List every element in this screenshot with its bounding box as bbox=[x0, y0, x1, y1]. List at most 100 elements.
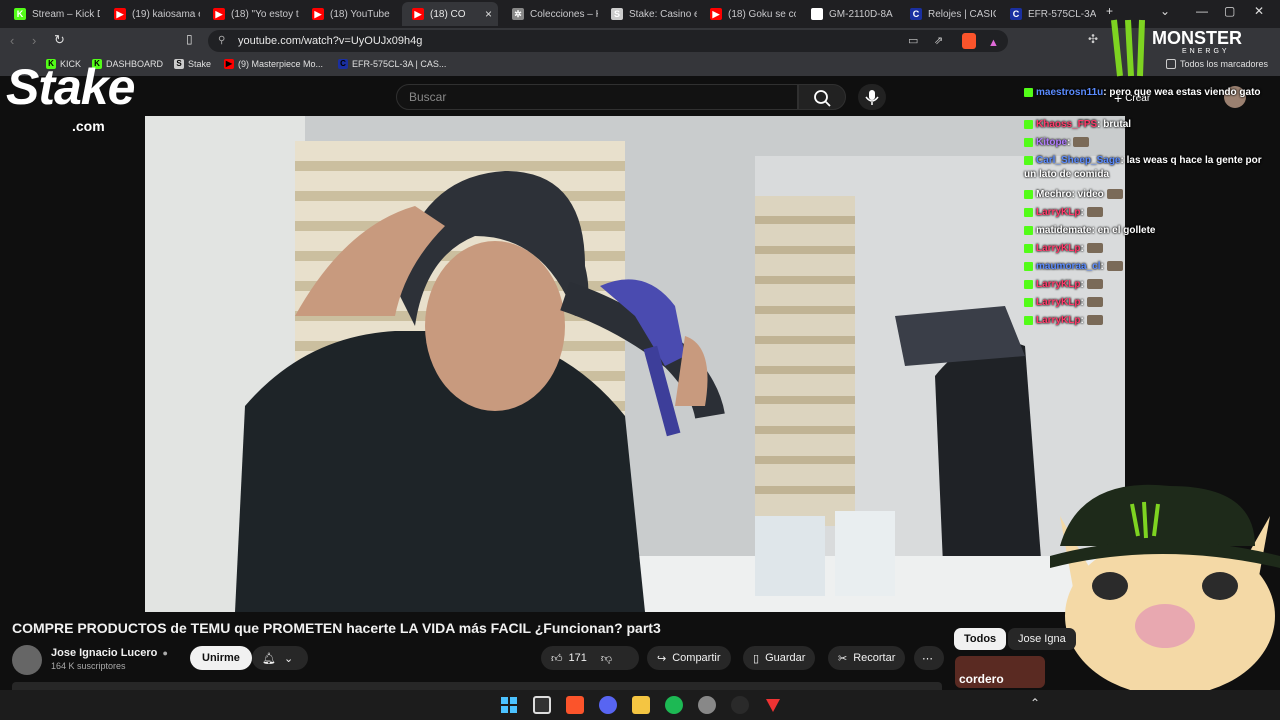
bookmark-item[interactable]: ▶ (9) Masterpiece Mo... bbox=[224, 59, 323, 69]
chat-username[interactable]: Mechro bbox=[1036, 189, 1072, 200]
share-page-icon[interactable]: ⇗ bbox=[934, 30, 943, 52]
chat-text: : bbox=[1080, 279, 1084, 290]
browser-tab[interactable]: G GM-2110D-8A bbox=[801, 2, 897, 26]
chat-username[interactable]: Carl_Sheep_Sage bbox=[1036, 155, 1121, 166]
obs-icon[interactable] bbox=[698, 696, 716, 714]
close-tab-icon[interactable]: × bbox=[485, 7, 492, 21]
app-icon[interactable] bbox=[731, 696, 749, 714]
chat-message: LarryKLp: bbox=[1024, 278, 1264, 292]
windows-start-icon[interactable] bbox=[500, 696, 518, 714]
person-face bbox=[425, 241, 565, 411]
bookmark-label: (9) Masterpiece Mo... bbox=[238, 59, 324, 69]
chat-message: Carl_Sheep_Sage: las weas q hace la gent… bbox=[1024, 154, 1264, 182]
share-icon: ↪ bbox=[657, 652, 667, 665]
browser-tab[interactable]: ✲ Colecciones – K bbox=[502, 2, 598, 26]
share-button[interactable]: ↪ Compartir bbox=[647, 646, 731, 670]
channel-name-row[interactable]: Jose Ignacio Lucero ● bbox=[51, 647, 168, 659]
streamlabs-icon[interactable] bbox=[764, 696, 782, 714]
recommended-thumbnail[interactable]: cordero bbox=[955, 656, 1045, 688]
cast-icon[interactable]: ▭ bbox=[908, 30, 918, 52]
bookmarks-bar: K KICK K DASHBOARD S Stake ▶ (9) Masterpiece Mo… bbox=[0, 54, 1280, 76]
chat-username[interactable]: LarryKLp bbox=[1036, 279, 1080, 290]
brave-rewards-icon[interactable]: ▲ bbox=[988, 32, 999, 54]
channel-avatar[interactable] bbox=[12, 645, 42, 675]
chat-username[interactable]: LarryKLp bbox=[1036, 207, 1080, 218]
save-button[interactable]: ▯ Guardar bbox=[743, 646, 816, 670]
description-box[interactable] bbox=[12, 682, 942, 690]
share-label: Compartir bbox=[672, 652, 721, 664]
bookmark-page-icon[interactable]: ▯ bbox=[186, 32, 193, 46]
dislike-icon[interactable]: 👎︎ bbox=[601, 652, 612, 665]
chat-emote-icon bbox=[1106, 189, 1123, 200]
browser-tab[interactable]: ▶ (19) kaiosama e bbox=[104, 2, 200, 26]
chat-username[interactable]: LarryKLp bbox=[1036, 243, 1080, 254]
bell-icon: 🔔︎ bbox=[262, 652, 276, 665]
back-icon[interactable]: ‹ bbox=[10, 33, 14, 48]
chat-username[interactable]: LarryKLp bbox=[1036, 297, 1080, 308]
browser-tab[interactable]: ▶ (18) CO × bbox=[402, 2, 498, 26]
discord-icon[interactable] bbox=[599, 696, 617, 714]
channel-name: Jose Ignacio Lucero bbox=[51, 647, 158, 659]
kick-badge-icon bbox=[1024, 119, 1033, 129]
browser-tab[interactable]: ▶ (18) "Yo estoy t bbox=[203, 2, 299, 26]
like-count[interactable]: 171 bbox=[569, 652, 587, 664]
like-icon[interactable]: 👍︎ bbox=[551, 652, 563, 665]
chat-message: LarryKLp: bbox=[1024, 296, 1264, 310]
chat-username[interactable]: maestrosn11u bbox=[1036, 87, 1103, 98]
tab-favicon-icon: ▶ bbox=[213, 8, 225, 20]
chat-message: Kitope: bbox=[1024, 136, 1264, 150]
forward-icon[interactable]: › bbox=[32, 33, 36, 48]
browser-tab[interactable]: S Stake: Casino e bbox=[601, 2, 697, 26]
voice-search-button[interactable] bbox=[858, 84, 886, 110]
tab-favicon-icon: ▶ bbox=[412, 8, 424, 20]
chat-username[interactable]: matidemate bbox=[1036, 225, 1092, 236]
chip-all[interactable]: Todos bbox=[954, 628, 1007, 650]
tab-favicon-icon: G bbox=[811, 8, 823, 20]
chat-emote-icon bbox=[1106, 261, 1123, 272]
video-player[interactable] bbox=[145, 116, 1125, 612]
kick-badge-icon bbox=[1024, 155, 1033, 165]
join-button[interactable]: Unirme bbox=[190, 646, 252, 670]
chat-message: maestrosn11u: pero que wea estas viendo … bbox=[1024, 86, 1264, 100]
monster-logo: MONSTER ENERGY bbox=[1106, 16, 1276, 80]
address-bar[interactable]: ⚲ youtube.com/watch?v=UyOUJx09h4g ▭ ⇗ ▲ bbox=[208, 30, 1008, 52]
bookmark-label: Stake bbox=[188, 59, 212, 69]
taskview-icon[interactable] bbox=[533, 696, 551, 714]
chip-channel[interactable]: Jose Igna bbox=[1008, 628, 1076, 650]
bookmark-item[interactable]: S Stake bbox=[174, 59, 211, 69]
search-button[interactable] bbox=[798, 84, 846, 110]
browser-tab[interactable]: ▶ (18) YouTube bbox=[302, 2, 398, 26]
browser-tab[interactable]: C EFR-575CL-3A bbox=[1000, 2, 1096, 26]
chat-username[interactable]: LarryKLp bbox=[1036, 315, 1080, 326]
bookmark-favicon-icon: C bbox=[338, 59, 348, 69]
video-frame bbox=[145, 116, 1125, 612]
chat-username[interactable]: Kitope bbox=[1036, 137, 1067, 148]
bookmark-item[interactable]: C EFR-575CL-3A | CAS... bbox=[338, 59, 446, 69]
tray-chevron-icon[interactable]: ⌃ bbox=[1030, 696, 1040, 710]
notifications-button[interactable]: 🔔︎ ⌄ bbox=[252, 646, 308, 670]
search-input[interactable]: Buscar bbox=[396, 84, 798, 110]
chat-username[interactable]: maumoraa_cl bbox=[1036, 261, 1100, 272]
site-info-icon[interactable]: ⚲ bbox=[218, 30, 225, 52]
scissors-icon: ✂ bbox=[838, 652, 848, 665]
chat-username[interactable]: Khaoss_FPS bbox=[1036, 119, 1097, 130]
chat-message: Mechro: video bbox=[1024, 188, 1264, 202]
stake-logo-domain: .com bbox=[72, 118, 105, 134]
extensions-icon[interactable]: ✣ bbox=[1088, 32, 1098, 46]
browser-tab[interactable]: C Relojes | CASIO bbox=[900, 2, 996, 26]
brave-taskbar-icon[interactable] bbox=[566, 696, 584, 714]
brave-shields-icon[interactable] bbox=[962, 33, 976, 49]
browser-tab[interactable]: ▶ (18) Goku se co bbox=[700, 2, 796, 26]
browser-tab[interactable]: K Stream – Kick D bbox=[4, 2, 100, 26]
chat-text: : pero que wea estas viendo gato bbox=[1103, 87, 1261, 98]
cat-mascot-overlay bbox=[1040, 476, 1280, 696]
file-explorer-icon[interactable] bbox=[632, 696, 650, 714]
chat-message: LarryKLp: bbox=[1024, 206, 1264, 220]
chat-text: : en el gollete bbox=[1091, 225, 1156, 236]
reload-icon[interactable]: ↻ bbox=[54, 32, 65, 48]
tab-label: (18) CO bbox=[430, 8, 466, 20]
clip-button[interactable]: ✂ Recortar bbox=[828, 646, 906, 670]
spotify-icon[interactable] bbox=[665, 696, 683, 714]
kick-badge-icon bbox=[1024, 189, 1033, 199]
more-actions-button[interactable]: ⋯ bbox=[914, 646, 944, 670]
